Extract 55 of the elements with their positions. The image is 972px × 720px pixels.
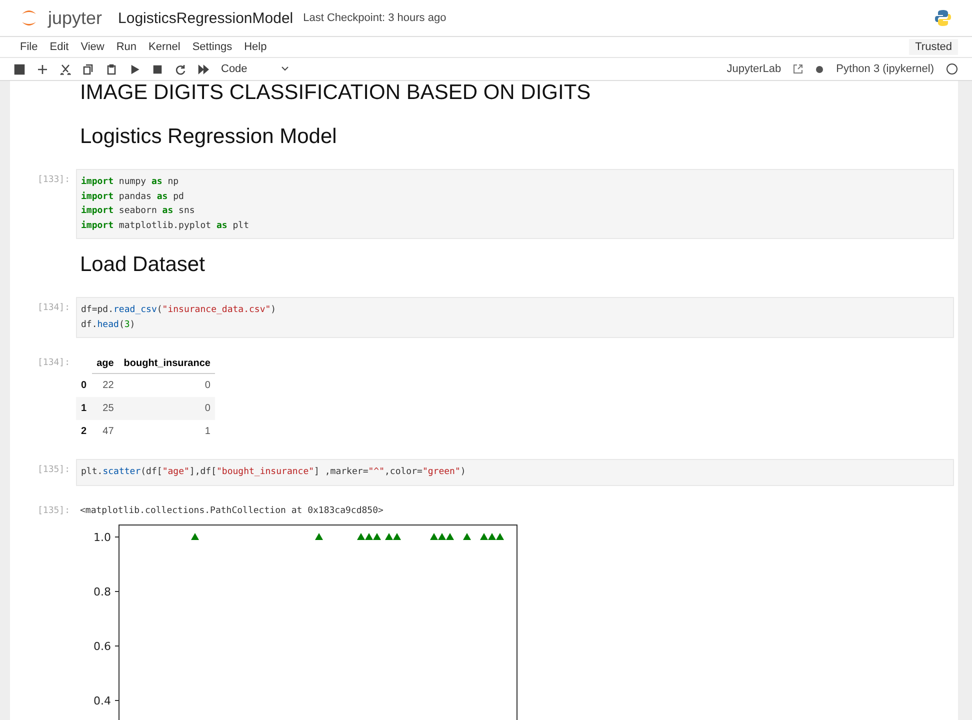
circle-icon: [815, 64, 824, 74]
jupyterlab-link[interactable]: JupyterLab: [726, 63, 782, 75]
section-heading: Logistics Regression Model: [79, 125, 338, 149]
clipboard-icon[interactable]: [106, 64, 117, 74]
column-header: bought_insurance: [118, 354, 216, 374]
code-cell[interactable]: plt.scatter(df["age"],df["bought_insurance"] ,marker="^",color="green"): [76, 459, 954, 486]
y-tick-label: 0.8: [94, 585, 111, 598]
cell-type-dropdown[interactable]: Code: [221, 63, 301, 75]
table-cell: 47: [92, 420, 119, 443]
column-header: age: [92, 354, 119, 374]
table-cell: 25: [92, 397, 119, 420]
y-tick-label: 1.0: [94, 530, 111, 544]
row-index: 1: [76, 397, 92, 420]
external-link-icon: [793, 64, 804, 74]
menu-item[interactable]: View: [74, 41, 110, 53]
menu-item[interactable]: Edit: [44, 41, 75, 53]
menu-item[interactable]: Run: [110, 41, 143, 53]
add-icon[interactable]: [37, 64, 48, 74]
logo-text: jupyter: [48, 8, 102, 28]
section-heading: Load Dataset: [79, 253, 206, 277]
y-tick-label: 0.4: [94, 694, 111, 707]
output-text: <matplotlib.collections.PathCollection at 0x183ca9cd850>: [79, 504, 384, 516]
table-cell: 1: [118, 420, 216, 443]
cell-prompt: [133]:: [36, 174, 71, 187]
stop-icon[interactable]: [152, 64, 163, 74]
jupyter-logo-icon: [20, 8, 38, 28]
row-index: 0: [76, 374, 92, 397]
save-icon[interactable]: [14, 64, 25, 74]
refresh-icon[interactable]: [175, 64, 186, 74]
chevron-down-icon: [281, 66, 290, 72]
trusted-indicator[interactable]: Trusted: [909, 39, 958, 55]
cell-prompt: [135]:: [36, 504, 71, 516]
notebook-title: IMAGE DIGITS CLASSIFICATION BASED ON DIGITS: [79, 81, 592, 105]
copy-icon[interactable]: [83, 64, 94, 74]
table-cell: 0: [118, 374, 216, 397]
code-cell[interactable]: import numpy as np import pandas as pd import seaborn as sns import matplotlib.pyplot as plt: [76, 169, 954, 239]
row-index: 2: [76, 420, 92, 443]
menu-item[interactable]: File: [14, 41, 44, 53]
y-tick-label: 0.6: [94, 640, 111, 652]
python-logo-icon: [934, 9, 952, 27]
cell-prompt: [134]:: [36, 302, 71, 315]
cell-prompt: [134]:: [36, 357, 71, 370]
cell-prompt: [135]:: [36, 464, 71, 477]
menu-item[interactable]: Settings: [186, 41, 238, 53]
scissors-icon[interactable]: [60, 64, 71, 74]
menu-item[interactable]: Kernel: [142, 41, 186, 53]
checkpoint-text: Last Checkpoint: 3 hours ago: [303, 12, 448, 24]
menu-item[interactable]: Help: [238, 41, 273, 53]
table-cell: 0: [118, 397, 216, 420]
play-icon[interactable]: [129, 64, 140, 74]
fast-forward-icon[interactable]: [198, 64, 209, 74]
table-cell: 22: [92, 374, 119, 397]
notebook-name[interactable]: LogisticsRegressionModel: [118, 10, 294, 26]
kernel-name[interactable]: Python 3 (ipykernel): [836, 63, 934, 75]
code-cell[interactable]: df=pd.read_csv("insurance_data.csv") df.head(3): [76, 297, 954, 338]
